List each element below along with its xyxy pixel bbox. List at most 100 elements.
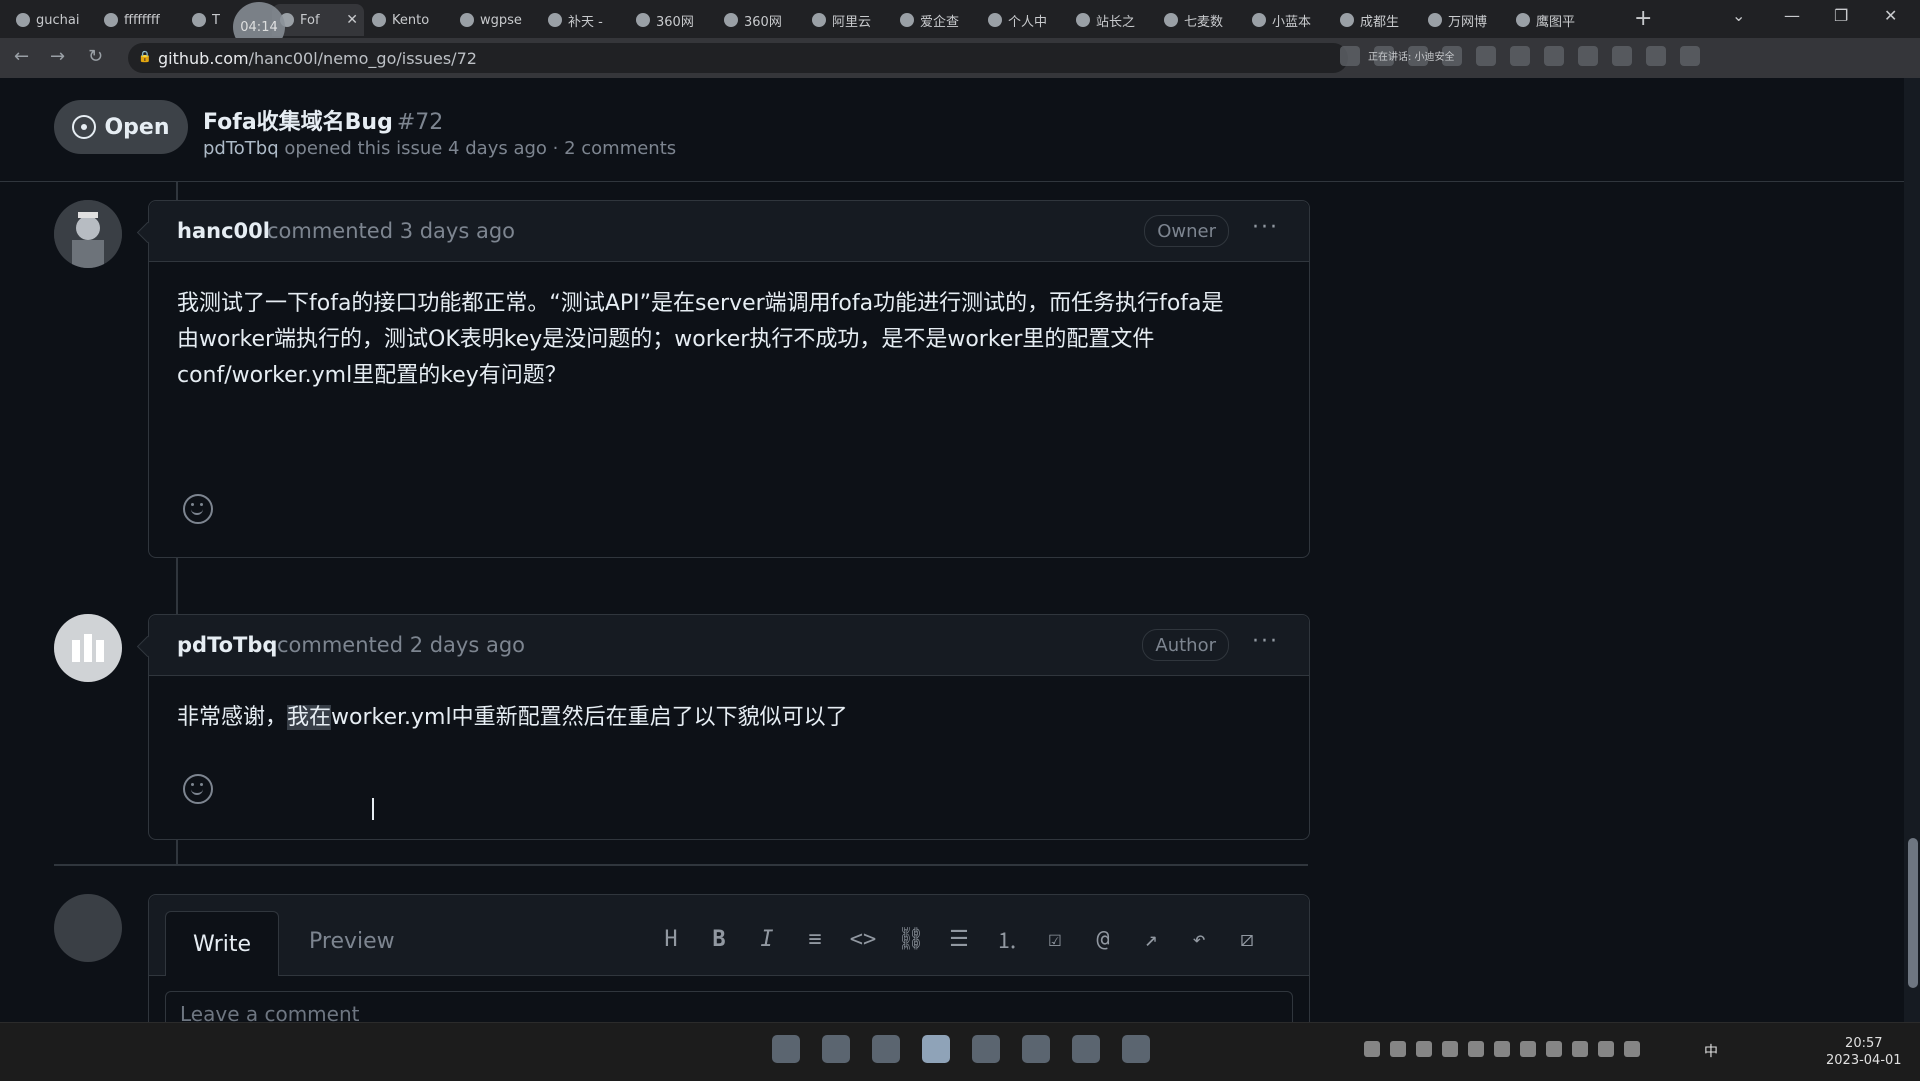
puzzle-icon[interactable] [1578, 46, 1598, 66]
browser-tab[interactable]: wgpse [452, 4, 540, 36]
browser-tab[interactable]: 站长之 [1068, 4, 1156, 36]
input-method-indicator[interactable]: 中 [1704, 1041, 1718, 1061]
browser-tab[interactable]: Kento [364, 4, 452, 36]
code-icon[interactable]: <> [849, 925, 877, 953]
tab-preview[interactable]: Preview [309, 929, 395, 954]
tab-label: ffffffff [124, 12, 160, 28]
profile-icon[interactable] [1646, 46, 1666, 66]
more-options-icon[interactable]: ··· [1252, 215, 1279, 240]
browser-tab[interactable]: 成都生 [1332, 4, 1420, 36]
issue-open-icon [72, 115, 97, 139]
tray-icon[interactable] [1546, 1041, 1562, 1057]
extension-icon[interactable] [1510, 46, 1530, 66]
cross-reference-icon[interactable]: ↗ [1137, 925, 1165, 953]
tab-write[interactable]: Write [165, 911, 279, 976]
page-scrollbar[interactable] [1904, 78, 1920, 1022]
shield-icon[interactable] [1416, 1041, 1432, 1057]
italic-icon[interactable]: I [753, 925, 781, 953]
sidepanel-icon[interactable] [1612, 46, 1632, 66]
minimize-button[interactable]: — [1784, 6, 1800, 25]
address-bar[interactable]: 🔒 github.com/hanc00l/nemo_go/issues/72 [128, 43, 1348, 73]
vscode-icon[interactable] [1122, 1035, 1150, 1063]
comment-timestamp[interactable]: commented 2 days ago [277, 633, 525, 657]
scrollbar-thumb[interactable] [1908, 838, 1918, 988]
lock-icon: 🔒 [138, 50, 152, 63]
app-icon[interactable] [1022, 1035, 1050, 1063]
tab-label: T [212, 12, 220, 28]
comment-author[interactable]: hanc00l [177, 219, 270, 243]
start-icon[interactable] [772, 1035, 800, 1063]
issue-author-link[interactable]: pdToTbq [203, 138, 279, 159]
url-text[interactable]: github.com/hanc00l/nemo_go/issues/72 [158, 49, 477, 68]
tab-favicon-icon [1076, 13, 1090, 27]
ordered-list-icon[interactable]: ⒈ [993, 925, 1021, 954]
mention-icon[interactable]: @ [1089, 925, 1117, 953]
avatar-hanc00l[interactable] [54, 200, 122, 268]
comment-author[interactable]: pdToTbq [177, 633, 277, 657]
comment-textarea[interactable]: Leave a comment [165, 991, 1293, 1022]
bold-icon[interactable]: B [705, 925, 733, 953]
browser-tab-bar: guchai ffffffff T Fof ✕ Kento wgpse 补天 - 360网 360… [0, 0, 1920, 38]
tab-favicon-icon [1340, 13, 1354, 27]
browser-tab[interactable]: ffffffff [96, 4, 184, 36]
comment-timestamp[interactable]: commented 3 days ago [267, 219, 515, 243]
browser-tab[interactable]: 爱企查 [892, 4, 980, 36]
close-window-button[interactable]: ✕ [1884, 6, 1897, 25]
browser-tab[interactable]: guchai [8, 4, 96, 36]
reply-icon[interactable]: ↶ [1185, 925, 1213, 953]
back-icon[interactable]: ← [14, 46, 29, 67]
text-cursor [372, 798, 374, 820]
extension-icon[interactable] [1544, 46, 1564, 66]
more-options-icon[interactable]: ··· [1252, 629, 1279, 654]
task-list-icon[interactable]: ☑ [1041, 925, 1069, 953]
browser-tab[interactable]: 360网 [628, 4, 716, 36]
browser-tab[interactable]: 万网博 [1420, 4, 1508, 36]
file-explorer-icon[interactable] [822, 1035, 850, 1063]
avatar-pdToTbq[interactable] [54, 614, 122, 682]
browser-tab[interactable]: 个人中 [980, 4, 1068, 36]
browser-tab[interactable]: Fof ✕ [272, 4, 364, 36]
microphone-icon[interactable] [1624, 1041, 1640, 1057]
heading-icon[interactable]: H [657, 925, 685, 953]
tab-favicon-icon [460, 13, 474, 27]
slash-command-icon[interactable]: ⧄ [1233, 925, 1261, 953]
issue-number: #72 [396, 110, 444, 135]
browser-tab[interactable]: 小蓝本 [1244, 4, 1332, 36]
forward-icon[interactable]: → [50, 46, 65, 67]
browser-tab[interactable]: 阿里云 [804, 4, 892, 36]
reload-icon[interactable]: ↻ [88, 46, 103, 67]
github-issue-page: Open Fofa收集域名Bug #72 pdToTbq opened this … [0, 78, 1904, 1022]
tray-icon[interactable] [1390, 1041, 1406, 1057]
tab-favicon-icon [1428, 13, 1442, 27]
chrome-icon[interactable] [922, 1035, 950, 1063]
tray-icon[interactable] [1494, 1041, 1510, 1057]
link-icon[interactable]: ⛓ [897, 925, 925, 953]
extension-icon[interactable] [1476, 46, 1496, 66]
add-reaction-smiley-icon[interactable] [183, 774, 213, 804]
browser-tab[interactable]: 七麦数 [1156, 4, 1244, 36]
tray-icon[interactable] [1468, 1041, 1484, 1057]
tray-icon[interactable] [1572, 1041, 1588, 1057]
app-icon[interactable] [1072, 1035, 1100, 1063]
tray-icon[interactable] [1520, 1041, 1536, 1057]
system-clock[interactable]: 20:57 2023-04-01 [1826, 1035, 1902, 1069]
tray-icon[interactable] [1442, 1041, 1458, 1057]
add-reaction-smiley-icon[interactable] [183, 494, 213, 524]
comment-body: 我测试了一下fofa的接口功能都正常。“测试API”是在server端调用fof… [177, 291, 1224, 388]
unordered-list-icon[interactable]: ☰ [945, 925, 973, 953]
new-tab-button[interactable]: + [1634, 6, 1652, 31]
quote-icon[interactable]: ≡ [801, 925, 829, 953]
app-icon[interactable] [972, 1035, 1000, 1063]
browser-tab[interactable]: 补天 - [540, 4, 628, 36]
tray-icon[interactable] [1598, 1041, 1614, 1057]
restore-button[interactable]: ❐ [1834, 6, 1848, 25]
browser-tab[interactable]: 360网 [716, 4, 804, 36]
tab-label: wgpse [480, 12, 522, 28]
translate-icon[interactable] [1340, 46, 1360, 66]
tray-icon[interactable] [1364, 1041, 1380, 1057]
edge-icon[interactable] [872, 1035, 900, 1063]
menu-icon[interactable] [1680, 46, 1700, 66]
tab-search-icon[interactable]: ⌄ [1732, 6, 1745, 25]
browser-tab[interactable]: 鹰图平 [1508, 4, 1596, 36]
close-tab-icon[interactable]: ✕ [346, 12, 358, 28]
